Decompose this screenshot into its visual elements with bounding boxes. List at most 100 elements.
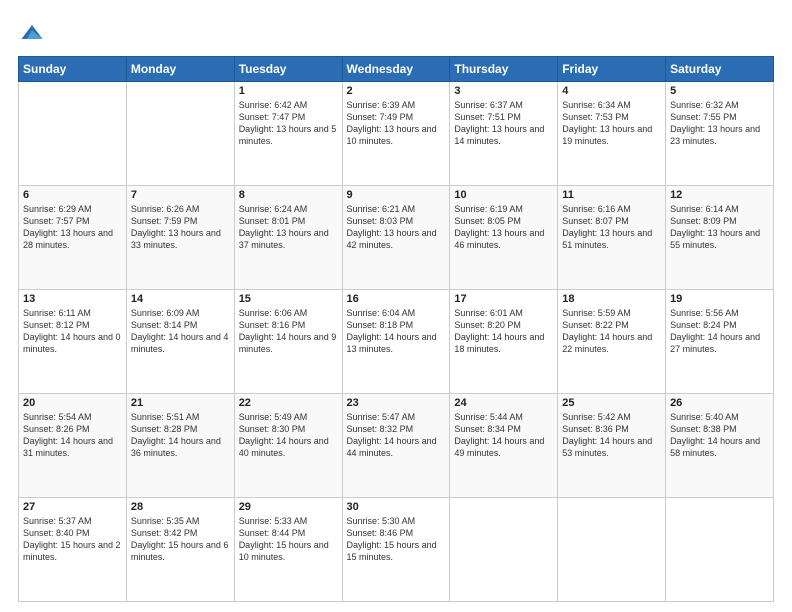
- calendar-cell: 29 Sunrise: 5:33 AM Sunset: 8:44 PM Dayli…: [234, 498, 342, 602]
- day-info: Sunrise: 6:37 AM Sunset: 7:51 PM Dayligh…: [454, 99, 553, 148]
- day-info: Sunrise: 6:14 AM Sunset: 8:09 PM Dayligh…: [670, 203, 769, 252]
- day-info: Sunrise: 6:19 AM Sunset: 8:05 PM Dayligh…: [454, 203, 553, 252]
- calendar-cell: 2 Sunrise: 6:39 AM Sunset: 7:49 PM Daylig…: [342, 82, 450, 186]
- calendar-cell: 19 Sunrise: 5:56 AM Sunset: 8:24 PM Dayli…: [666, 290, 774, 394]
- day-info: Sunrise: 6:42 AM Sunset: 7:47 PM Dayligh…: [239, 99, 338, 148]
- day-number: 11: [562, 189, 661, 201]
- calendar-cell: 5 Sunrise: 6:32 AM Sunset: 7:55 PM Daylig…: [666, 82, 774, 186]
- day-number: 28: [131, 501, 230, 513]
- day-number: 21: [131, 397, 230, 409]
- day-info: Sunrise: 6:04 AM Sunset: 8:18 PM Dayligh…: [347, 307, 446, 356]
- calendar-cell: 28 Sunrise: 5:35 AM Sunset: 8:42 PM Dayli…: [126, 498, 234, 602]
- day-info: Sunrise: 5:35 AM Sunset: 8:42 PM Dayligh…: [131, 515, 230, 564]
- day-info: Sunrise: 6:11 AM Sunset: 8:12 PM Dayligh…: [23, 307, 122, 356]
- calendar-cell: 1 Sunrise: 6:42 AM Sunset: 7:47 PM Daylig…: [234, 82, 342, 186]
- day-number: 12: [670, 189, 769, 201]
- calendar-cell: 9 Sunrise: 6:21 AM Sunset: 8:03 PM Daylig…: [342, 186, 450, 290]
- day-number: 9: [347, 189, 446, 201]
- day-number: 16: [347, 293, 446, 305]
- calendar-cell: [558, 498, 666, 602]
- day-number: 13: [23, 293, 122, 305]
- day-info: Sunrise: 6:34 AM Sunset: 7:53 PM Dayligh…: [562, 99, 661, 148]
- day-number: 10: [454, 189, 553, 201]
- day-number: 1: [239, 85, 338, 97]
- calendar-header-row: SundayMondayTuesdayWednesdayThursdayFrid…: [19, 57, 774, 82]
- day-number: 14: [131, 293, 230, 305]
- day-info: Sunrise: 6:32 AM Sunset: 7:55 PM Dayligh…: [670, 99, 769, 148]
- day-number: 7: [131, 189, 230, 201]
- day-header-thursday: Thursday: [450, 57, 558, 82]
- day-info: Sunrise: 6:16 AM Sunset: 8:07 PM Dayligh…: [562, 203, 661, 252]
- calendar-table: SundayMondayTuesdayWednesdayThursdayFrid…: [18, 56, 774, 602]
- calendar-cell: 10 Sunrise: 6:19 AM Sunset: 8:05 PM Dayli…: [450, 186, 558, 290]
- day-info: Sunrise: 5:56 AM Sunset: 8:24 PM Dayligh…: [670, 307, 769, 356]
- header: [18, 18, 774, 46]
- day-number: 2: [347, 85, 446, 97]
- day-number: 15: [239, 293, 338, 305]
- calendar-cell: [126, 82, 234, 186]
- calendar-cell: 12 Sunrise: 6:14 AM Sunset: 8:09 PM Dayli…: [666, 186, 774, 290]
- day-header-wednesday: Wednesday: [342, 57, 450, 82]
- logo-icon: [18, 18, 46, 46]
- day-number: 19: [670, 293, 769, 305]
- calendar-cell: 27Sunrise: 5:37 AM Sunset: 8:40 PM Dayli…: [19, 498, 127, 602]
- calendar-cell: 6Sunrise: 6:29 AM Sunset: 7:57 PM Daylig…: [19, 186, 127, 290]
- day-info: Sunrise: 6:26 AM Sunset: 7:59 PM Dayligh…: [131, 203, 230, 252]
- calendar-cell: 11 Sunrise: 6:16 AM Sunset: 8:07 PM Dayli…: [558, 186, 666, 290]
- calendar-week-1: 1 Sunrise: 6:42 AM Sunset: 7:47 PM Daylig…: [19, 82, 774, 186]
- day-number: 8: [239, 189, 338, 201]
- calendar-cell: 15 Sunrise: 6:06 AM Sunset: 8:16 PM Dayli…: [234, 290, 342, 394]
- day-info: Sunrise: 6:06 AM Sunset: 8:16 PM Dayligh…: [239, 307, 338, 356]
- calendar-cell: [450, 498, 558, 602]
- calendar-cell: 3 Sunrise: 6:37 AM Sunset: 7:51 PM Daylig…: [450, 82, 558, 186]
- day-info: Sunrise: 5:59 AM Sunset: 8:22 PM Dayligh…: [562, 307, 661, 356]
- day-info: Sunrise: 5:47 AM Sunset: 8:32 PM Dayligh…: [347, 411, 446, 460]
- day-info: Sunrise: 5:33 AM Sunset: 8:44 PM Dayligh…: [239, 515, 338, 564]
- day-number: 22: [239, 397, 338, 409]
- calendar-week-5: 27Sunrise: 5:37 AM Sunset: 8:40 PM Dayli…: [19, 498, 774, 602]
- day-info: Sunrise: 6:01 AM Sunset: 8:20 PM Dayligh…: [454, 307, 553, 356]
- calendar-cell: 7 Sunrise: 6:26 AM Sunset: 7:59 PM Daylig…: [126, 186, 234, 290]
- day-number: 25: [562, 397, 661, 409]
- day-header-saturday: Saturday: [666, 57, 774, 82]
- calendar-week-3: 13 Sunrise: 6:11 AM Sunset: 8:12 PM Dayli…: [19, 290, 774, 394]
- calendar-cell: 30Sunrise: 5:30 AM Sunset: 8:46 PM Dayli…: [342, 498, 450, 602]
- day-info: Sunrise: 5:44 AM Sunset: 8:34 PM Dayligh…: [454, 411, 553, 460]
- calendar-cell: 4Sunrise: 6:34 AM Sunset: 7:53 PM Daylig…: [558, 82, 666, 186]
- day-info: Sunrise: 5:42 AM Sunset: 8:36 PM Dayligh…: [562, 411, 661, 460]
- calendar-cell: 14Sunrise: 6:09 AM Sunset: 8:14 PM Dayli…: [126, 290, 234, 394]
- day-number: 29: [239, 501, 338, 513]
- day-info: Sunrise: 6:24 AM Sunset: 8:01 PM Dayligh…: [239, 203, 338, 252]
- day-info: Sunrise: 5:40 AM Sunset: 8:38 PM Dayligh…: [670, 411, 769, 460]
- day-info: Sunrise: 6:39 AM Sunset: 7:49 PM Dayligh…: [347, 99, 446, 148]
- day-number: 5: [670, 85, 769, 97]
- calendar-cell: [666, 498, 774, 602]
- calendar-cell: [19, 82, 127, 186]
- day-info: Sunrise: 6:29 AM Sunset: 7:57 PM Dayligh…: [23, 203, 122, 252]
- day-number: 23: [347, 397, 446, 409]
- day-header-tuesday: Tuesday: [234, 57, 342, 82]
- logo: [18, 18, 50, 46]
- calendar-cell: 26 Sunrise: 5:40 AM Sunset: 8:38 PM Dayli…: [666, 394, 774, 498]
- day-info: Sunrise: 6:21 AM Sunset: 8:03 PM Dayligh…: [347, 203, 446, 252]
- day-number: 3: [454, 85, 553, 97]
- day-number: 26: [670, 397, 769, 409]
- calendar-cell: 21Sunrise: 5:51 AM Sunset: 8:28 PM Dayli…: [126, 394, 234, 498]
- calendar-cell: 23 Sunrise: 5:47 AM Sunset: 8:32 PM Dayli…: [342, 394, 450, 498]
- day-info: Sunrise: 5:54 AM Sunset: 8:26 PM Dayligh…: [23, 411, 122, 460]
- calendar-body: 1 Sunrise: 6:42 AM Sunset: 7:47 PM Daylig…: [19, 82, 774, 602]
- calendar-cell: 17 Sunrise: 6:01 AM Sunset: 8:20 PM Dayli…: [450, 290, 558, 394]
- day-header-monday: Monday: [126, 57, 234, 82]
- day-header-sunday: Sunday: [19, 57, 127, 82]
- calendar-week-4: 20Sunrise: 5:54 AM Sunset: 8:26 PM Dayli…: [19, 394, 774, 498]
- calendar-cell: 18 Sunrise: 5:59 AM Sunset: 8:22 PM Dayli…: [558, 290, 666, 394]
- page: SundayMondayTuesdayWednesdayThursdayFrid…: [0, 0, 792, 612]
- day-info: Sunrise: 5:37 AM Sunset: 8:40 PM Dayligh…: [23, 515, 122, 564]
- calendar-cell: 8 Sunrise: 6:24 AM Sunset: 8:01 PM Daylig…: [234, 186, 342, 290]
- calendar-cell: 25 Sunrise: 5:42 AM Sunset: 8:36 PM Dayli…: [558, 394, 666, 498]
- day-number: 18: [562, 293, 661, 305]
- day-number: 17: [454, 293, 553, 305]
- day-header-friday: Friday: [558, 57, 666, 82]
- calendar-week-2: 6Sunrise: 6:29 AM Sunset: 7:57 PM Daylig…: [19, 186, 774, 290]
- calendar-cell: 24Sunrise: 5:44 AM Sunset: 8:34 PM Dayli…: [450, 394, 558, 498]
